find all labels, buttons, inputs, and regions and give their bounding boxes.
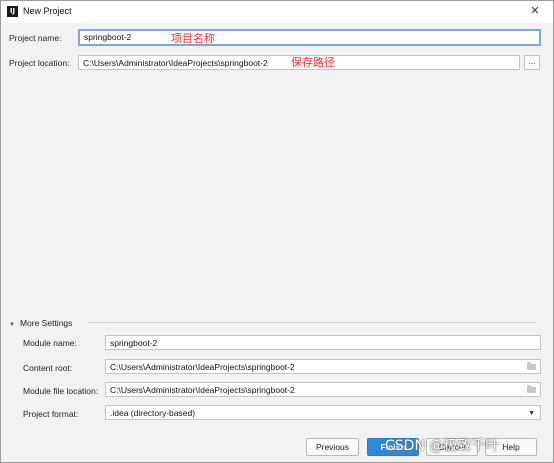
watermark: CSDN @极致千叶 — [385, 438, 500, 454]
dialog-title: New Project — [23, 6, 72, 16]
module-file-location-label: Module file location: — [23, 386, 99, 396]
browse-location-button[interactable]: ... — [524, 55, 540, 70]
chevron-down-icon: ▼ — [528, 410, 535, 417]
project-format-label: Project format: — [23, 409, 79, 419]
title-bar: IJ New Project ✕ — [1, 1, 553, 23]
project-name-input[interactable]: springboot-2 — [78, 29, 541, 46]
project-format-value: .idea (directory-based) — [110, 408, 196, 418]
project-location-annotation: 保存路径 — [291, 56, 335, 69]
content-root-label: Content root: — [23, 363, 73, 373]
folder-icon[interactable] — [527, 362, 536, 370]
module-file-location-input[interactable]: C:\Users\Administrator\IdeaProjects\spri… — [105, 382, 541, 397]
close-icon[interactable]: ✕ — [527, 3, 543, 19]
project-name-annotation: 项目名称 — [171, 32, 215, 45]
section-divider — [87, 322, 537, 323]
content-root-input[interactable]: C:\Users\Administrator\IdeaProjects\spri… — [105, 359, 541, 374]
module-name-input[interactable]: springboot-2 — [105, 335, 541, 350]
intellij-logo-icon: IJ — [7, 6, 18, 17]
project-name-label: Project name: — [9, 33, 62, 43]
collapse-arrow-icon: ▼ — [9, 322, 15, 328]
project-format-select[interactable]: .idea (directory-based) ▼ — [105, 405, 541, 420]
content-root-value: C:\Users\Administrator\IdeaProjects\spri… — [110, 362, 295, 372]
new-project-dialog: IJ New Project ✕ Project name: springboo… — [0, 0, 554, 463]
project-location-label: Project location: — [9, 58, 70, 68]
folder-icon[interactable] — [527, 385, 536, 393]
previous-button[interactable]: Previous — [306, 438, 359, 456]
more-settings-label: More Settings — [19, 318, 73, 328]
module-name-label: Module name: — [23, 338, 77, 348]
more-settings-toggle[interactable]: ▼ More Settings — [9, 318, 72, 328]
module-file-location-value: C:\Users\Administrator\IdeaProjects\spri… — [110, 385, 295, 395]
